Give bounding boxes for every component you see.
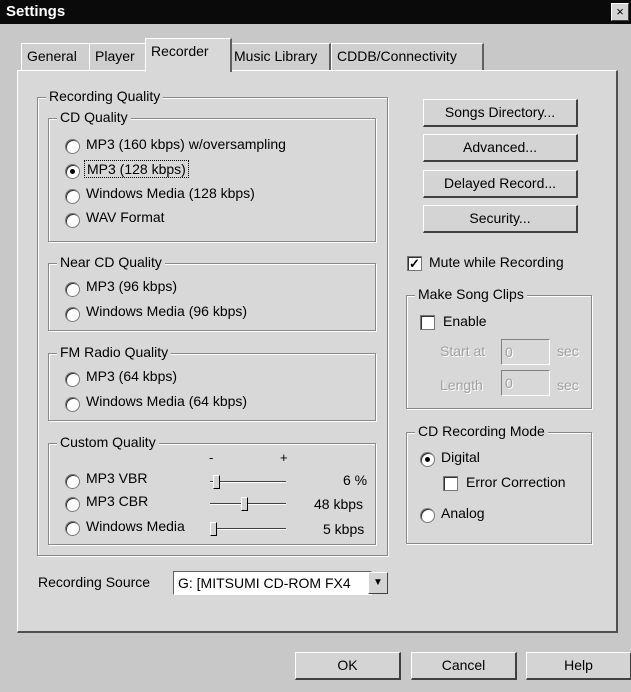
song-clips-label: Make Song Clips [415,286,527,302]
radio-wav[interactable] [65,213,80,228]
start-at-field[interactable]: 0 [501,339,550,365]
radio-mp3-128-label[interactable]: MP3 (128 kbps) [84,160,189,178]
mp3-cbr-value: 48 kbps [314,496,364,512]
radio-mp3-96-label[interactable]: MP3 (96 kbps) [86,278,177,294]
wm-custom-value: 5 kbps [323,521,365,537]
custom-quality-label: Custom Quality [57,434,159,450]
near-cd-quality-group: Near CD Quality [48,254,376,331]
dropdown-arrow-icon[interactable]: ▼ [368,572,388,594]
radio-mp3-cbr-label[interactable]: MP3 CBR [86,493,148,509]
radio-wm-96-label[interactable]: Windows Media (96 kbps) [86,303,247,319]
mp3-vbr-slider-track [210,481,286,482]
radio-mp3-64[interactable] [65,372,80,387]
error-correction-label[interactable]: Error Correction [466,474,566,490]
radio-mp3-64-label[interactable]: MP3 (64 kbps) [86,368,177,384]
radio-mp3-160[interactable] [65,139,80,154]
near-cd-quality-label: Near CD Quality [57,254,165,270]
start-at-label: Start at [440,343,486,359]
length-field[interactable]: 0 [501,370,550,396]
radio-mp3-96[interactable] [65,282,80,297]
songs-directory-button[interactable]: Songs Directory... [423,99,578,127]
start-at-unit: sec [557,343,579,359]
radio-mp3-vbr-label[interactable]: MP3 VBR [86,470,147,486]
slider-minus-label: - [209,450,214,465]
recording-source-label: Recording Source [38,574,151,590]
fm-radio-quality-group: FM Radio Quality [48,344,376,421]
radio-wm-128[interactable] [65,189,80,204]
delayed-record-button[interactable]: Delayed Record... [423,170,578,198]
ok-button[interactable]: OK [295,652,401,680]
checkmark-icon: ✓ [409,256,420,271]
radio-digital-label[interactable]: Digital [441,449,480,465]
radio-wm-custom-label[interactable]: Windows Media [86,518,185,534]
tab-recorder[interactable]: Recorder [145,38,232,72]
radio-mp3-128[interactable] [65,164,80,179]
recording-quality-label: Recording Quality [46,88,164,104]
cd-quality-label: CD Quality [57,109,131,125]
radio-wm-128-label[interactable]: Windows Media (128 kbps) [86,185,255,201]
mp3-cbr-slider-thumb[interactable] [241,497,249,511]
length-label: Length [440,377,483,393]
mp3-vbr-slider-thumb[interactable] [213,475,221,489]
security-button[interactable]: Security... [423,205,578,233]
help-button[interactable]: Help [526,652,631,680]
radio-mp3-vbr[interactable] [65,474,80,489]
wm-custom-slider-track [210,528,286,529]
radio-analog[interactable] [420,508,435,523]
radio-wm-custom[interactable] [65,521,80,536]
error-correction-checkbox[interactable] [443,476,458,491]
recording-source-select[interactable]: G: [MITSUMI CD-ROM FX4 [173,571,372,595]
window-title: Settings [6,3,66,20]
radio-wm-64[interactable] [65,397,80,412]
tab-cddb-connectivity[interactable]: CDDB/Connectivity [331,43,484,70]
cd-recording-mode-label: CD Recording Mode [415,423,548,439]
mp3-vbr-value: 6 % [343,472,368,488]
radio-wm-96[interactable] [65,307,80,322]
radio-mp3-160-label[interactable]: MP3 (160 kbps) w/oversampling [86,136,286,152]
title-bar: Settings × [0,0,631,24]
mute-while-recording-label[interactable]: Mute while Recording [429,254,564,270]
wm-custom-slider-thumb[interactable] [210,522,217,536]
fm-radio-quality-label: FM Radio Quality [57,344,172,360]
radio-wav-label[interactable]: WAV Format [86,209,165,225]
slider-plus-label: + [280,450,288,465]
enable-clips-label[interactable]: Enable [443,313,487,329]
length-unit: sec [557,377,579,393]
enable-clips-checkbox[interactable] [420,315,435,330]
cancel-button[interactable]: Cancel [411,652,517,680]
mute-while-recording-checkbox[interactable]: ✓ [407,256,422,271]
tab-general[interactable]: General [21,43,94,70]
radio-digital[interactable] [420,452,435,467]
radio-wm-64-label[interactable]: Windows Media (64 kbps) [86,393,247,409]
radio-analog-label[interactable]: Analog [441,505,485,521]
close-button[interactable]: × [611,3,629,21]
advanced-button[interactable]: Advanced... [423,134,578,162]
tab-player[interactable]: Player [89,43,148,70]
radio-mp3-cbr[interactable] [65,497,80,512]
tab-music-library[interactable]: Music Library [228,43,331,70]
